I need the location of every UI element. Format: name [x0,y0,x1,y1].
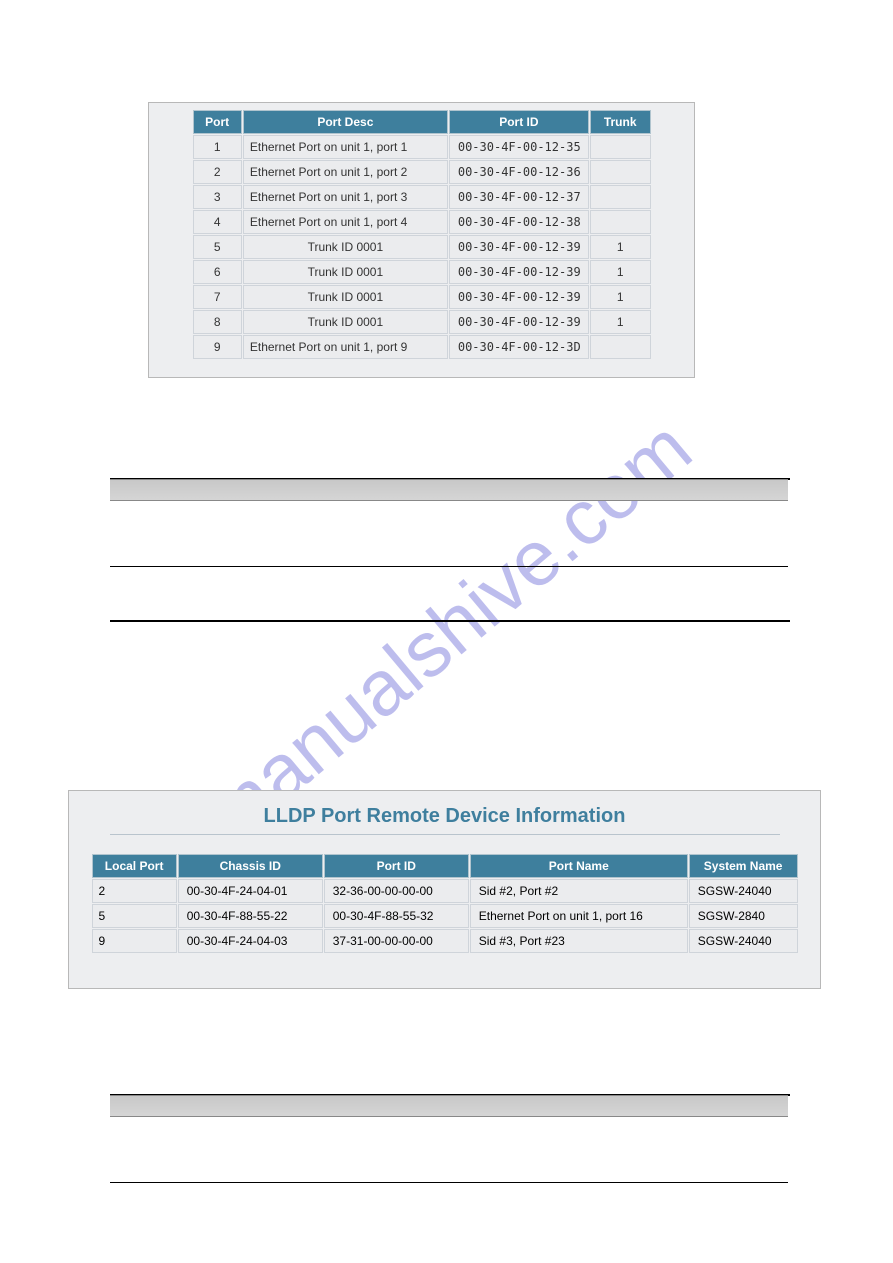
cell-localport: 9 [92,929,177,953]
table-row: 6 Trunk ID 0001 00-30-4F-00-12-39 1 [193,260,651,284]
table-row: 2 00-30-4F-24-04-01 32-36-00-00-00-00 Si… [92,879,798,903]
cell-trunk: 1 [590,310,651,334]
cell-trunk: 1 [590,235,651,259]
cell-portid: 00-30-4F-00-12-37 [449,185,589,209]
title-divider [110,834,780,835]
table-row: 9 Ethernet Port on unit 1, port 9 00-30-… [193,335,651,359]
table-row: 5 Trunk ID 0001 00-30-4F-00-12-39 1 [193,235,651,259]
cell-port: 3 [193,185,242,209]
cell-localport: 5 [92,904,177,928]
cell-port: 5 [193,235,242,259]
th-trunk: Trunk [590,110,651,134]
cli-command-box [110,479,788,501]
cell-localport: 2 [92,879,177,903]
cell-portid: 00-30-4F-00-12-39 [449,285,589,309]
cell-trunk: 1 [590,260,651,284]
cell-port: 1 [193,135,242,159]
th-port: Port [193,110,242,134]
figure-remote-device-container: LLDP Port Remote Device Information Loca… [68,790,821,989]
cell-desc: Ethernet Port on unit 1, port 2 [243,160,448,184]
cell-port: 9 [193,335,242,359]
cell-portid: 00-30-4F-00-12-38 [449,210,589,234]
th-chassis-id: Chassis ID [178,854,323,878]
cell-port: 4 [193,210,242,234]
remote-device-table: Local Port Chassis ID Port ID Port Name … [91,853,799,954]
divider [110,1182,788,1183]
table-row: 7 Trunk ID 0001 00-30-4F-00-12-39 1 [193,285,651,309]
cell-trunk [590,335,651,359]
cell-desc: Ethernet Port on unit 1, port 4 [243,210,448,234]
cli-body [110,479,788,501]
cell-portname: Sid #3, Port #23 [470,929,688,953]
th-port-id: Port ID [449,110,589,134]
cell-trunk: 1 [590,285,651,309]
cell-portid: 00-30-4F-00-12-35 [449,135,589,159]
cli-body [110,1095,788,1117]
port-table: Port Port Desc Port ID Trunk 1 Ethernet … [192,109,652,360]
cell-trunk [590,160,651,184]
cell-chassis: 00-30-4F-88-55-22 [178,904,323,928]
cli-command-box-2 [110,1095,788,1117]
cell-portname: Sid #2, Port #2 [470,879,688,903]
cell-portid: 00-30-4F-00-12-36 [449,160,589,184]
cell-desc: Trunk ID 0001 [243,235,448,259]
divider [110,566,788,567]
th-port-desc: Port Desc [243,110,448,134]
cell-desc: Trunk ID 0001 [243,260,448,284]
cell-portname: Ethernet Port on unit 1, port 16 [470,904,688,928]
cell-desc: Ethernet Port on unit 1, port 3 [243,185,448,209]
cell-sysname: SGSW-2840 [689,904,798,928]
cell-chassis: 00-30-4F-24-04-03 [178,929,323,953]
cell-trunk [590,135,651,159]
th-port-name: Port Name [470,854,688,878]
cell-sysname: SGSW-24040 [689,929,798,953]
cell-desc: Ethernet Port on unit 1, port 9 [243,335,448,359]
cell-port: 6 [193,260,242,284]
table-row: 9 00-30-4F-24-04-03 37-31-00-00-00-00 Si… [92,929,798,953]
table-row: 1 Ethernet Port on unit 1, port 1 00-30-… [193,135,651,159]
table-row: 8 Trunk ID 0001 00-30-4F-00-12-39 1 [193,310,651,334]
cell-desc: Trunk ID 0001 [243,310,448,334]
cell-desc: Trunk ID 0001 [243,285,448,309]
cell-portid: 00-30-4F-00-12-39 [449,310,589,334]
cell-portid: 00-30-4F-00-12-39 [449,260,589,284]
th-local-port: Local Port [92,854,177,878]
figure2-title: LLDP Port Remote Device Information [69,805,820,828]
divider [110,620,790,622]
cell-portid: 00-30-4F-00-12-3D [449,335,589,359]
cell-portid: 00-30-4F-88-55-32 [324,904,469,928]
cell-portid: 00-30-4F-00-12-39 [449,235,589,259]
table-row: 3 Ethernet Port on unit 1, port 3 00-30-… [193,185,651,209]
cell-sysname: SGSW-24040 [689,879,798,903]
cell-chassis: 00-30-4F-24-04-01 [178,879,323,903]
th-system-name: System Name [689,854,798,878]
cell-port: 2 [193,160,242,184]
cell-portid: 37-31-00-00-00-00 [324,929,469,953]
cell-trunk [590,185,651,209]
cell-port: 8 [193,310,242,334]
th-port-id: Port ID [324,854,469,878]
cell-desc: Ethernet Port on unit 1, port 1 [243,135,448,159]
figure-port-table-container: Port Port Desc Port ID Trunk 1 Ethernet … [148,102,695,378]
table-row: 4 Ethernet Port on unit 1, port 4 00-30-… [193,210,651,234]
table-row: 5 00-30-4F-88-55-22 00-30-4F-88-55-32 Et… [92,904,798,928]
cell-trunk [590,210,651,234]
cell-portid: 32-36-00-00-00-00 [324,879,469,903]
cell-port: 7 [193,285,242,309]
table-row: 2 Ethernet Port on unit 1, port 2 00-30-… [193,160,651,184]
